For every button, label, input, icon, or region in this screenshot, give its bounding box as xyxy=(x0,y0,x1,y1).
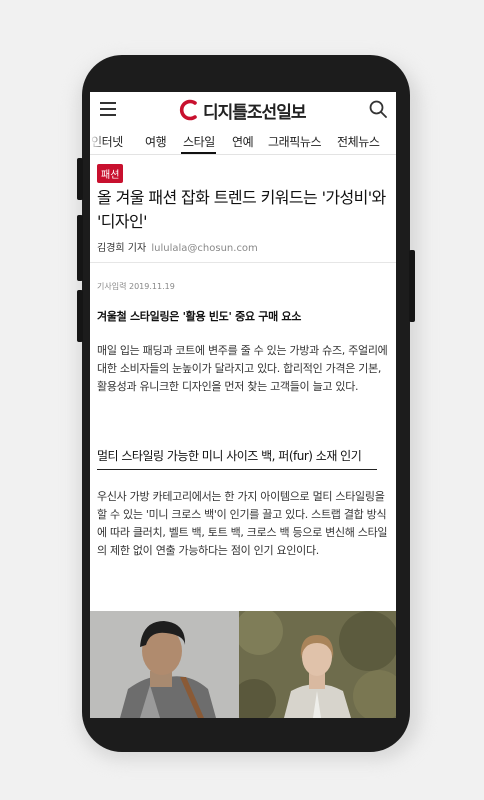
tab-all-news[interactable]: 전체뉴스 xyxy=(337,133,380,150)
app-screen: 디지틀조선일보 인터넷 여행 스타일 연예 그래픽뉴스 전체뉴스 패션 올 겨울… xyxy=(90,92,396,718)
byline-divider xyxy=(90,262,396,263)
byline: 김경희 기자 lululala@chosun.com xyxy=(97,239,258,254)
article-headline: 올 겨울 패션 잡화 트렌드 키워드는 '가성비'와 '디자인' xyxy=(97,188,386,231)
article-photo-left xyxy=(90,611,239,718)
article-paragraph-2: 우신사 가방 카테고리에서는 한 가지 아이템으로 멀티 스타일링을 할 수 있… xyxy=(97,490,388,557)
site-logo[interactable]: 디지틀조선일보 xyxy=(178,98,306,123)
tabs-fade-overlay xyxy=(90,128,104,154)
volume-down-button xyxy=(77,215,83,281)
app-header: 디지틀조선일보 xyxy=(90,92,396,128)
author-name: 김경희 기자 xyxy=(97,243,147,254)
logo-mark-icon xyxy=(179,99,197,121)
author-email[interactable]: lululala@chosun.com xyxy=(151,243,257,254)
hamburger-icon[interactable] xyxy=(100,102,116,116)
tab-travel[interactable]: 여행 xyxy=(145,133,167,150)
search-icon[interactable] xyxy=(369,100,387,118)
tab-entertainment[interactable]: 연예 xyxy=(232,133,254,150)
article-paragraph-1: 매일 입는 패딩과 코트에 변주를 줄 수 있는 가방과 슈즈, 주얼리에 대한… xyxy=(97,344,388,393)
power-button xyxy=(409,250,415,322)
article-subheading-2: 멀티 스타일링 가능한 미니 사이즈 백, 퍼(fur) 소재 인기 xyxy=(97,447,377,470)
tab-graphic-news[interactable]: 그래픽뉴스 xyxy=(268,133,322,150)
logo-text: 디지틀조선일보 xyxy=(203,102,306,123)
photo-right-illustration xyxy=(239,611,396,718)
silent-switch xyxy=(77,290,83,342)
publish-date: 기사입력 2019.11.19 xyxy=(97,282,175,291)
volume-up-button xyxy=(77,158,83,200)
category-tabs: 인터넷 여행 스타일 연예 그래픽뉴스 전체뉴스 xyxy=(90,128,396,155)
tab-style[interactable]: 스타일 xyxy=(183,133,215,150)
article-subheading-1: 겨울철 스타일링은 '활용 빈도' 중요 구매 요소 xyxy=(97,310,302,323)
category-badge[interactable]: 패션 xyxy=(97,164,124,183)
photo-left-illustration xyxy=(90,611,239,718)
article-photo-right xyxy=(239,611,396,718)
active-tab-indicator xyxy=(181,152,216,154)
